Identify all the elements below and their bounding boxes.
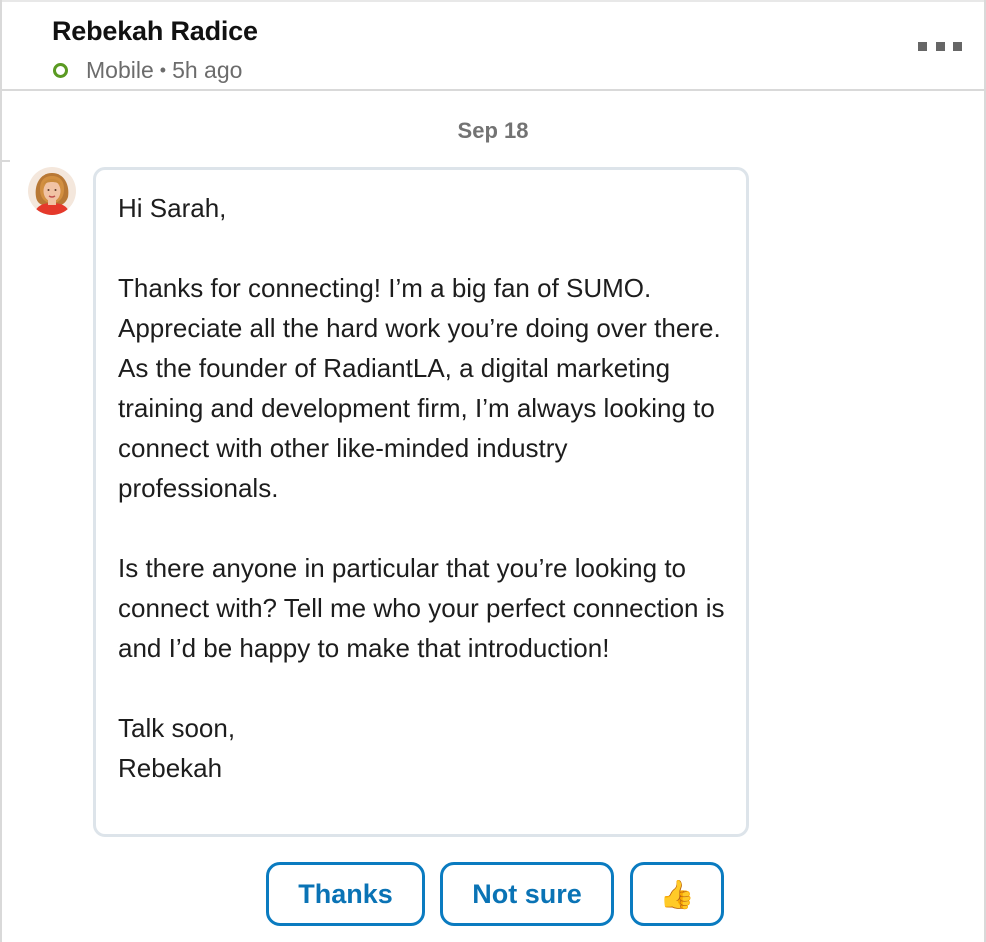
avatar[interactable] bbox=[28, 167, 76, 215]
status-device: Mobile bbox=[86, 56, 154, 83]
online-status-icon bbox=[53, 62, 68, 78]
more-options-icon[interactable] bbox=[918, 38, 962, 54]
message-bubble: Hi Sarah, Thanks for connecting! I’m a b… bbox=[93, 167, 749, 837]
contact-name[interactable]: Rebekah Radice bbox=[52, 16, 258, 47]
status-time: 5h ago bbox=[172, 56, 243, 83]
status-separator: • bbox=[159, 59, 167, 80]
quick-reply-thumbs-up-button[interactable]: 👍 bbox=[630, 862, 724, 926]
quick-reply-not-sure-button[interactable]: Not sure bbox=[440, 862, 614, 926]
quick-reply-thanks-button[interactable]: Thanks bbox=[266, 862, 425, 926]
more-dot bbox=[953, 41, 962, 51]
avatar-image bbox=[28, 167, 76, 215]
conversation-header: Rebekah Radice Mobile • 5h ago bbox=[2, 0, 984, 91]
more-dot bbox=[935, 41, 945, 51]
date-divider: Sep 18 bbox=[457, 118, 529, 143]
header-top-divider bbox=[2, 0, 984, 2]
thumbs-up-icon: 👍 bbox=[659, 878, 695, 910]
quick-replies: Thanks Not sure 👍 bbox=[0, 862, 986, 926]
more-dot bbox=[918, 41, 927, 51]
panel-divider-notch bbox=[0, 160, 10, 162]
presence-status: Mobile • 5h ago bbox=[52, 56, 242, 84]
message-text: Hi Sarah, Thanks for connecting! I’m a b… bbox=[118, 193, 725, 783]
